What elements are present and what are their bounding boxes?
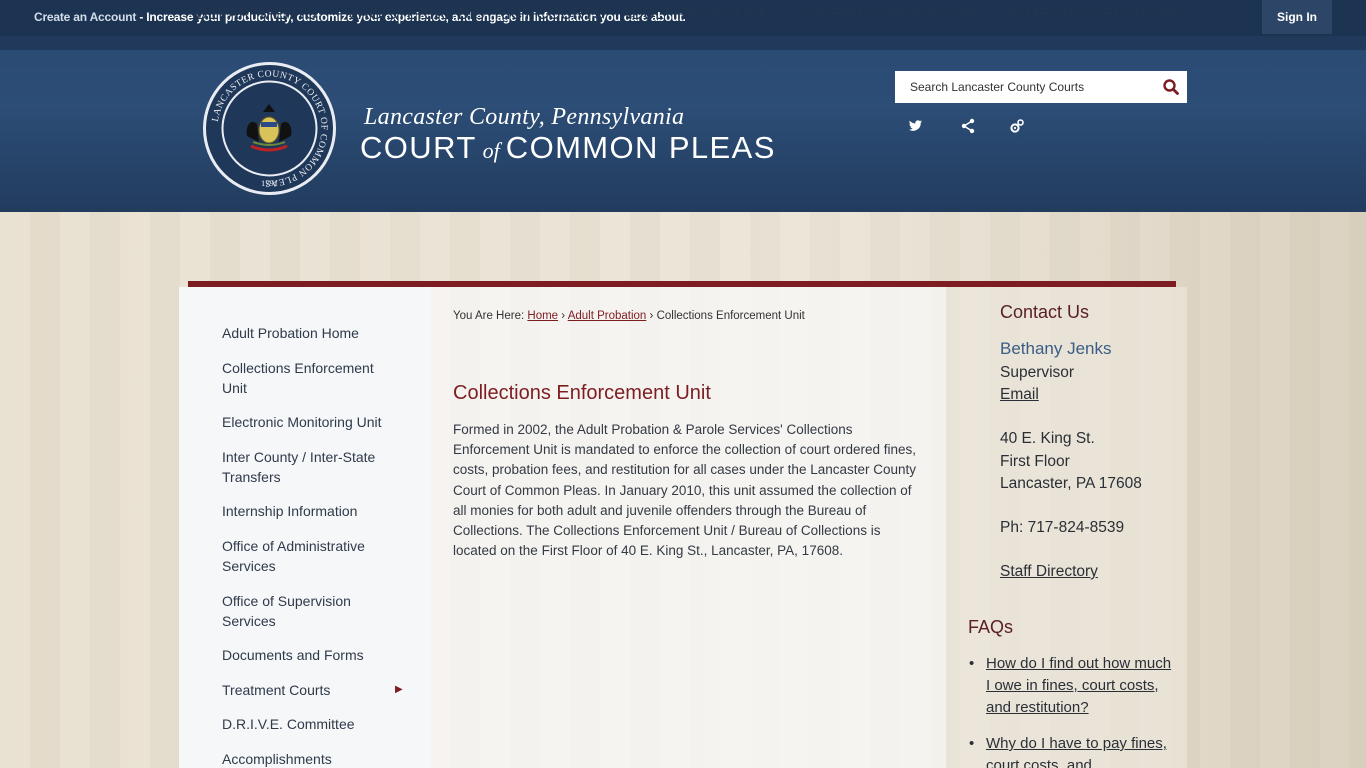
sidebar-item-office-supervision-services[interactable]: Office of Supervision Services — [222, 591, 392, 631]
contact-name-link[interactable]: Bethany Jenks — [1000, 339, 1112, 359]
header-stripe — [0, 36, 1366, 50]
nav-juvenile-probation[interactable]: JUVENILE PROBATION — [800, 6, 976, 24]
county-seal-logo[interactable]: LANCASTER COUNTY COURT OF COMMON PLEAS 1… — [203, 62, 336, 195]
title-of: of — [482, 138, 500, 163]
expand-arrow-icon[interactable]: ▶ — [395, 684, 403, 695]
pennsylvania-crest-icon — [246, 104, 292, 152]
site-subtitle: Lancaster County, Pennsylvania — [364, 104, 685, 130]
title-common-pleas: COMMON PLEAS — [505, 130, 776, 165]
breadcrumb-section-link[interactable]: Adult Probation — [568, 310, 647, 322]
sidebar-item-treatment-courts[interactable]: Treatment Courts — [222, 680, 392, 700]
title-court: COURT — [360, 130, 477, 165]
contact-role: Supervisor — [1000, 364, 1075, 381]
breadcrumb: You Are Here: Home › Adult Probation › C… — [453, 310, 805, 322]
nav-domestic-relations[interactable]: DOMESTIC RELATIONS — [1001, 6, 1181, 24]
sidebar-item-accomplishments[interactable]: Accomplishments — [222, 749, 392, 768]
breadcrumb-separator: › — [649, 310, 654, 322]
sidebar-item-documents-forms[interactable]: Documents and Forms — [222, 645, 392, 665]
contact-email-link[interactable]: Email — [1000, 386, 1039, 404]
nav-adult-probation[interactable]: ADULT PROBATION — [621, 6, 771, 24]
faq-link[interactable]: Why do I have to pay fines, court costs,… — [986, 733, 1176, 768]
breadcrumb-current: Collections Enforcement Unit — [656, 310, 805, 322]
seal-year: 1791 — [261, 178, 278, 188]
sidebar-item-adult-probation-home[interactable]: Adult Probation Home — [222, 323, 392, 343]
search-input[interactable] — [895, 71, 1157, 103]
breadcrumb-home-link[interactable]: Home — [527, 310, 558, 322]
sidebar-item-internship-information[interactable]: Internship Information — [222, 501, 392, 521]
faq-bullet: • — [969, 655, 975, 672]
page-body-text: Formed in 2002, the Adult Probation & Pa… — [453, 422, 917, 559]
page-title: Collections Enforcement Unit — [453, 382, 711, 404]
contact-address-line3: Lancaster, PA 17608 — [1000, 475, 1142, 492]
faq-link[interactable]: How do I find out how much I owe in fine… — [986, 653, 1176, 719]
breadcrumb-prefix: You Are Here: — [453, 310, 525, 322]
staff-directory-link[interactable]: Staff Directory — [1000, 563, 1098, 581]
sidebar-item-electronic-monitoring-unit[interactable]: Electronic Monitoring Unit — [222, 412, 392, 432]
nav-departments[interactable]: DEPARTMENTS — [196, 6, 317, 24]
create-account-link[interactable]: Create an Account — [34, 10, 136, 24]
sidebar-item-office-administrative-services[interactable]: Office of Administrative Services — [222, 536, 392, 576]
contact-phone: Ph: 717-824-8539 — [1000, 519, 1125, 536]
site-search — [895, 71, 1187, 103]
sidebar-item-inter-county-transfers[interactable]: Inter County / Inter-State Transfers — [222, 447, 392, 487]
faq-bullet: • — [969, 735, 975, 752]
contact-address-line1: 40 E. King St. — [1000, 430, 1095, 447]
main-nav — [188, 232, 1176, 262]
faqs-heading: FAQs — [968, 617, 1014, 637]
contact-address-line2: First Floor — [1000, 453, 1070, 470]
share-icon[interactable] — [959, 117, 977, 135]
nav-magisterial-district-courts[interactable]: MAGISTERIAL DISTRICT COURTS — [345, 6, 604, 24]
twitter-icon[interactable] — [906, 117, 924, 135]
breadcrumb-separator: › — [561, 310, 566, 322]
contact-heading: Contact Us — [1000, 302, 1090, 322]
sidebar-item-drive-committee[interactable]: D.R.I.V.E. Committee — [222, 714, 392, 734]
sidebar-item-collections-enforcement-unit[interactable]: Collections Enforcement Unit — [222, 358, 392, 398]
site-title[interactable]: COURT of COMMON PLEAS — [360, 130, 776, 166]
search-icon[interactable] — [1161, 77, 1181, 97]
sign-in-button[interactable]: Sign In — [1262, 0, 1332, 34]
settings-icon[interactable] — [1008, 117, 1026, 135]
